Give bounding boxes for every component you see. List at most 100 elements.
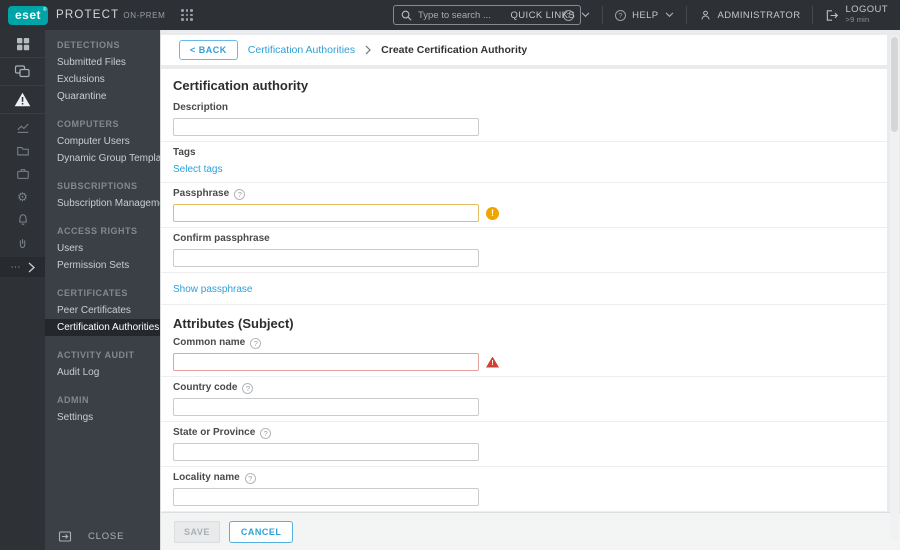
close-label: CLOSE — [88, 531, 125, 542]
sidebar-item-users[interactable]: Users — [45, 240, 160, 257]
user-menu[interactable]: ADMINISTRATOR — [687, 0, 813, 30]
sidebar-item-peer-certificates[interactable]: Peer Certificates — [45, 302, 160, 319]
locality-label: Locality name — [173, 472, 240, 483]
chevron-down-icon — [581, 12, 590, 18]
confirm-passphrase-input[interactable] — [173, 249, 479, 267]
locality-input[interactable] — [173, 488, 479, 506]
dashboard-icon — [16, 37, 29, 50]
gear-icon: ⚙ — [17, 190, 28, 204]
passphrase-input[interactable] — [173, 204, 479, 222]
breadcrumb-parent-link[interactable]: Certification Authorities — [248, 44, 355, 56]
hand-icon — [19, 239, 25, 249]
eset-logo: eset ® — [8, 5, 49, 25]
state-province-input[interactable] — [173, 443, 479, 461]
confirm-passphrase-row: Confirm passphrase — [161, 228, 887, 273]
sidebar-item-exclusions[interactable]: Exclusions — [45, 71, 160, 88]
sidebar-item-permission-sets[interactable]: Permission Sets — [45, 257, 160, 274]
sidebar-item-computer-users[interactable]: Computer Users — [45, 133, 160, 150]
logout-button[interactable]: LOGOUT >9 min — [813, 0, 900, 30]
topbar: eset® PROTECT ON-PREM ? QUICK LINKS ? HE… — [0, 0, 900, 30]
common-name-input[interactable] — [173, 353, 479, 371]
user-icon — [700, 10, 710, 20]
user-name: ADMINISTRATOR — [717, 9, 801, 21]
state-province-label: State or Province — [173, 427, 256, 438]
menu-section-access-rights: ACCESS RIGHTS — [57, 226, 138, 236]
help-menu[interactable]: ? HELP — [603, 0, 685, 30]
passphrase-label: Passphrase — [173, 188, 230, 199]
description-row: Description — [161, 97, 887, 142]
topbar-actions: QUICK LINKS ? HELP ADMINISTRATOR LOGOUT … — [499, 0, 900, 30]
breadcrumb-bar: < BACK Certification Authorities Create … — [161, 35, 887, 65]
nav-submitted-files[interactable] — [16, 144, 30, 158]
nav-icon-strip: ⚙ ⋯ — [0, 30, 45, 550]
menu-section-activity-audit: ACTIVITY AUDIT — [57, 350, 135, 360]
app-launcher-grid-icon[interactable] — [181, 9, 193, 21]
passphrase-warning-icon: ! — [486, 206, 499, 220]
country-code-help-icon[interactable]: ? — [242, 382, 254, 394]
attributes-section-title: Attributes (Subject) — [173, 316, 294, 331]
sidebar-item-dynamic-group-templates[interactable]: Dynamic Group Templates — [45, 150, 160, 167]
sidebar-item-certification-authorities[interactable]: Certification Authorities — [45, 319, 160, 336]
help-label: HELP — [632, 9, 659, 21]
nav-small-icons: ⚙ — [0, 114, 45, 250]
confirm-passphrase-label: Confirm passphrase — [173, 233, 270, 244]
help-circle-icon: ? — [615, 9, 627, 21]
scrollbar-thumb[interactable] — [891, 37, 898, 132]
common-name-row: Common name ? ! — [161, 332, 887, 377]
nav-policies[interactable]: ⚙ — [16, 190, 30, 204]
description-label: Description — [173, 102, 229, 113]
brand: eset ® PROTECT ON-PREM — [8, 0, 193, 30]
sidebar-item-settings[interactable]: Settings — [45, 409, 160, 426]
nav-installers[interactable] — [16, 167, 30, 181]
state-province-row: State or Province ? — [161, 422, 887, 467]
search-icon — [401, 10, 412, 21]
select-tags-link[interactable]: Select tags — [173, 164, 222, 175]
state-province-help-icon[interactable]: ? — [260, 427, 272, 439]
quick-links-label: QUICK LINKS — [510, 9, 576, 21]
locality-row: Locality name ? — [161, 467, 887, 512]
passphrase-help-icon[interactable]: ? — [234, 188, 246, 200]
cancel-button[interactable]: CANCEL — [228, 520, 294, 543]
chart-line-icon — [16, 123, 29, 133]
menu-section-certificates: CERTIFICATES — [57, 288, 128, 298]
nav-detections[interactable] — [0, 86, 45, 114]
locality-help-icon[interactable]: ? — [244, 472, 256, 484]
show-passphrase-link[interactable]: Show passphrase — [173, 284, 253, 295]
main-content: < BACK Certification Authorities Create … — [160, 30, 900, 550]
folder-icon — [16, 146, 29, 156]
scrollbar[interactable] — [890, 35, 899, 540]
sidebar-item-audit-log[interactable]: Audit Log — [45, 364, 160, 381]
common-name-error-icon: ! — [486, 356, 499, 368]
save-button[interactable]: SAVE — [174, 520, 220, 543]
country-code-label: Country code — [173, 382, 238, 393]
quick-links-menu[interactable]: QUICK LINKS — [499, 0, 603, 30]
computers-icon — [14, 65, 30, 78]
description-input[interactable] — [173, 118, 479, 136]
edition-name: ON-PREM — [123, 10, 166, 20]
common-name-label: Common name — [173, 337, 246, 348]
sidebar-item-submitted-files[interactable]: Submitted Files — [45, 54, 160, 71]
nav-computers[interactable] — [0, 58, 45, 86]
briefcase-icon — [16, 169, 29, 179]
nav-dashboard[interactable] — [0, 30, 45, 58]
menu-section-detections: DETECTIONS — [57, 40, 121, 50]
show-passphrase-row: Show passphrase — [161, 273, 887, 305]
nav-status-overview[interactable] — [16, 236, 30, 250]
sidebar-item-quarantine[interactable]: Quarantine — [45, 88, 160, 105]
nav-reports[interactable] — [16, 121, 30, 135]
logout-icon — [827, 9, 839, 21]
country-code-row: Country code ? — [161, 377, 887, 422]
sidebar-close-button[interactable]: CLOSE — [58, 530, 124, 543]
bell-icon — [18, 214, 27, 225]
chevron-right-icon — [28, 261, 35, 273]
common-name-help-icon[interactable]: ? — [250, 337, 262, 349]
product-name: PROTECT — [56, 9, 120, 21]
back-button[interactable]: < BACK — [179, 40, 238, 60]
country-code-input[interactable] — [173, 398, 479, 416]
nav-notifications[interactable] — [16, 213, 30, 227]
sidebar-item-subscription-management[interactable]: Subscription Management — [45, 195, 160, 212]
warning-triangle-icon — [14, 92, 31, 107]
tags-label: Tags — [173, 147, 196, 158]
nav-more-button[interactable]: ⋯ — [0, 257, 45, 277]
form-section-title: Certification authority — [173, 78, 309, 93]
